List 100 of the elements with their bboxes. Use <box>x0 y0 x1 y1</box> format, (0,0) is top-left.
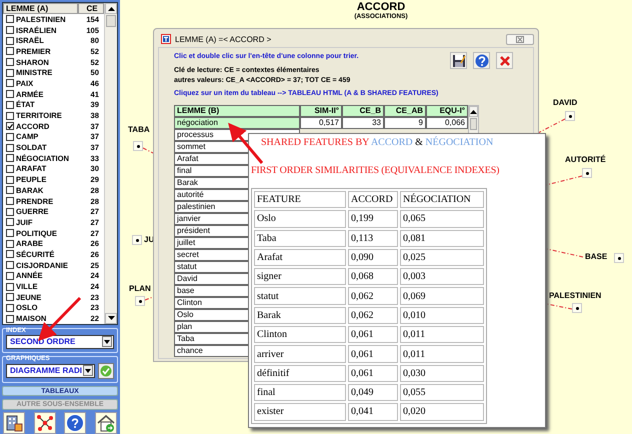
scroll-thumb[interactable] <box>106 15 116 27</box>
toolbar-button[interactable] <box>450 52 467 69</box>
checkbox[interactable] <box>6 144 14 152</box>
help-icon <box>65 413 86 433</box>
table-cell: 0,069 <box>400 287 484 305</box>
table-cell: Oslo <box>254 210 346 228</box>
checkbox[interactable] <box>6 47 14 56</box>
scroll-up-icon <box>108 6 114 10</box>
scrollbar[interactable] <box>104 3 117 324</box>
table-cell: 0,061 <box>348 345 398 363</box>
column-header[interactable]: CE_B <box>342 105 384 117</box>
table-cell: Barak <box>254 306 346 324</box>
table-cell: 0,020 <box>400 403 484 421</box>
connector-line <box>142 148 154 154</box>
checkbox[interactable] <box>6 282 14 291</box>
app-icon <box>161 34 171 44</box>
table-cell: 0,065 <box>400 210 484 228</box>
table-cell: 0,030 <box>400 364 484 382</box>
toolbar-button[interactable] <box>64 412 86 434</box>
connector-line <box>144 296 154 300</box>
checkbox[interactable] <box>6 261 14 270</box>
checkbox[interactable] <box>6 132 14 141</box>
table-cell: statut <box>254 287 346 305</box>
table-cell: exister <box>254 403 346 421</box>
table-cell: 0,049 <box>348 384 398 402</box>
checkbox[interactable] <box>6 164 14 173</box>
column-header[interactable]: LEMME (A) <box>3 3 78 14</box>
table-cell: 0,199 <box>348 210 398 228</box>
table-cell[interactable]: négociation <box>174 117 300 129</box>
index-dropdown[interactable]: SECOND ORDRE <box>6 334 114 349</box>
checkbox[interactable] <box>6 15 14 24</box>
network-graph-icon <box>34 413 55 433</box>
checkbox[interactable] <box>6 186 14 194</box>
table-cell: 0,081 <box>400 230 484 247</box>
column-header[interactable]: CE <box>78 3 104 14</box>
checkbox[interactable] <box>6 79 14 88</box>
checkbox[interactable] <box>6 208 14 216</box>
scroll-up-icon <box>470 110 477 114</box>
table-cell: Taba <box>254 230 346 247</box>
column-header: ACCORD <box>348 191 398 208</box>
window-title: LEMME (A) =< ACCORD > <box>175 34 272 44</box>
table-cell: 0,003 <box>400 268 484 286</box>
toolbar-button[interactable] <box>3 412 25 434</box>
dropdown-button[interactable] <box>102 336 112 348</box>
toolbar-button[interactable] <box>473 52 490 69</box>
scroll-thumb[interactable] <box>470 118 477 130</box>
node-marker <box>133 141 143 151</box>
checkbox[interactable] <box>6 90 14 98</box>
table-cell: 0,517 <box>300 117 342 129</box>
checkbox[interactable] <box>6 240 14 248</box>
close-button[interactable] <box>506 34 534 44</box>
annotation-arrow <box>228 122 264 164</box>
checkbox[interactable] <box>6 218 14 226</box>
table-cell: signer <box>254 268 346 286</box>
column-header: FEATURE <box>254 191 346 208</box>
node-marker <box>572 303 582 313</box>
node-label: BASE <box>585 252 608 261</box>
connector-line <box>546 176 582 186</box>
graph-title: ACCORD <box>356 1 406 13</box>
node-marker <box>614 253 624 263</box>
node-marker <box>565 111 575 121</box>
checkbox[interactable] <box>6 314 14 323</box>
apply-button[interactable] <box>98 362 114 379</box>
table-cell: arriver <box>254 345 346 363</box>
checkbox[interactable] <box>6 100 14 109</box>
node-label: DAVID <box>553 98 578 107</box>
node-marker <box>132 235 142 245</box>
checkbox[interactable] <box>6 293 14 302</box>
column-header: NÉGOCIATION <box>400 191 484 208</box>
connector-line <box>546 304 572 310</box>
table-cell: final <box>254 384 346 402</box>
checkbox[interactable] <box>6 112 14 120</box>
checkbox[interactable] <box>6 58 14 66</box>
close-icon <box>498 54 512 68</box>
checkbox[interactable] <box>6 272 14 280</box>
node-marker <box>135 296 145 306</box>
toolbar-button[interactable] <box>94 412 117 434</box>
column-header[interactable]: SIM-II° <box>300 105 342 117</box>
checkbox[interactable] <box>6 122 14 130</box>
checkbox[interactable] <box>6 229 14 238</box>
checkbox[interactable] <box>6 26 14 34</box>
connector-line <box>538 118 566 134</box>
dropdown-button[interactable] <box>83 365 93 376</box>
checkbox[interactable] <box>6 176 14 184</box>
column-header[interactable]: EQU-I° <box>426 105 468 117</box>
checkbox[interactable] <box>6 250 14 258</box>
checkbox[interactable] <box>6 36 14 45</box>
column-header[interactable]: CE_AB <box>384 105 426 117</box>
checkbox[interactable] <box>6 304 14 312</box>
report-icon <box>4 413 24 433</box>
column-header[interactable]: LEMME (B) <box>174 105 300 117</box>
caret-icon <box>104 340 110 344</box>
toolbar-button[interactable] <box>34 412 56 434</box>
table-cell: 9 <box>384 117 426 129</box>
chart-type-dropdown[interactable]: DIAGRAMME RADI <box>6 364 95 378</box>
connector-line <box>546 248 584 258</box>
table-cell: 0,090 <box>348 248 398 266</box>
checkbox[interactable] <box>6 197 14 206</box>
checkbox[interactable] <box>6 154 14 162</box>
checkbox[interactable] <box>6 68 14 77</box>
